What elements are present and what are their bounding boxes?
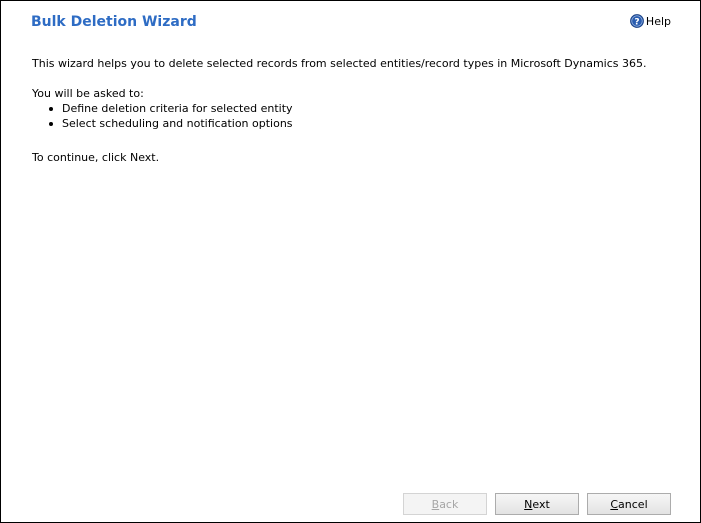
continue-text: To continue, click Next.: [32, 151, 160, 164]
help-link[interactable]: ? Help: [630, 14, 671, 28]
intro-text: This wizard helps you to delete selected…: [32, 57, 647, 70]
cancel-button-label: ancel: [618, 497, 648, 511]
bulk-deletion-wizard-window: Bulk Deletion Wizard ? Help This wizard …: [0, 0, 701, 523]
list-item: Select scheduling and notification optio…: [49, 116, 680, 131]
question-circle-icon[interactable]: ?: [630, 14, 644, 28]
asked-text: You will be asked to:: [32, 87, 144, 100]
next-button-label: ext: [532, 497, 550, 511]
wizard-title: Bulk Deletion Wizard: [31, 14, 197, 30]
back-button-accel: B: [431, 497, 440, 511]
svg-text:?: ?: [634, 18, 639, 28]
button-bar: Back Next Cancel: [403, 493, 671, 515]
next-button[interactable]: Next: [495, 493, 579, 515]
list-item: Define deletion criteria for selected en…: [49, 101, 680, 116]
cancel-button[interactable]: Cancel: [587, 493, 671, 515]
wizard-content: This wizard helps you to delete selected…: [32, 56, 680, 165]
help-label[interactable]: Help: [646, 15, 671, 28]
steps-list: Define deletion criteria for selected en…: [32, 101, 680, 131]
next-button-accel: N: [524, 497, 533, 511]
back-button-label: ack: [439, 497, 459, 511]
cancel-button-accel: C: [610, 497, 619, 511]
back-button[interactable]: Back: [403, 493, 487, 515]
